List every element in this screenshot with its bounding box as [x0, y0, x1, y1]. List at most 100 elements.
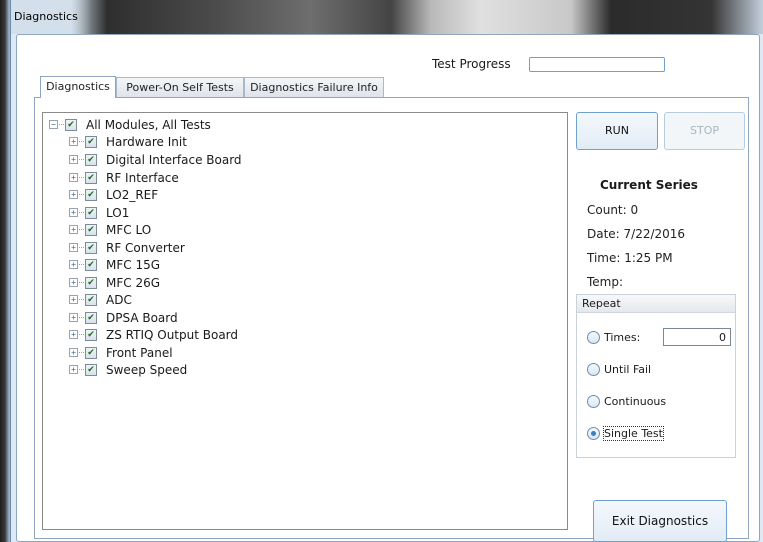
tree-item-mfc-lo[interactable]: + ✔ MFC LO: [69, 221, 151, 238]
test-progress-label: Test Progress: [432, 57, 511, 71]
expand-icon[interactable]: +: [69, 137, 78, 146]
stop-button[interactable]: STOP: [664, 112, 745, 150]
tree-item-sweep-speed[interactable]: + ✔ Sweep Speed: [69, 361, 187, 378]
repeat-group: Repeat Times: 0 Until Fail Continuous Si…: [576, 294, 736, 458]
expand-icon[interactable]: +: [69, 278, 78, 287]
repeat-until-fail-option[interactable]: Until Fail: [587, 361, 651, 377]
tree-item-label: ADC: [106, 292, 132, 307]
checkbox-checked-icon[interactable]: ✔: [85, 311, 97, 324]
tree-connector: [59, 124, 64, 125]
test-tree[interactable]: − ✔ All Modules, All Tests + ✔ Hardware …: [42, 112, 568, 530]
tree-connector: [79, 299, 84, 300]
series-temp: Temp:: [587, 275, 624, 289]
continuous-label: Continuous: [604, 394, 667, 408]
expand-icon[interactable]: +: [69, 295, 78, 304]
expand-icon[interactable]: +: [69, 243, 78, 252]
expand-icon[interactable]: +: [69, 348, 78, 357]
repeat-times-label: Times:: [604, 330, 641, 344]
checkbox-checked-icon[interactable]: ✔: [85, 153, 97, 166]
tree-item-hardware-init[interactable]: + ✔ Hardware Init: [69, 133, 187, 150]
tree-item-label: MFC 15G: [106, 257, 161, 272]
expand-icon[interactable]: +: [69, 155, 78, 164]
tab-power-on-self-tests[interactable]: Power-On Self Tests: [116, 77, 244, 97]
tree-item-label: DPSA Board: [106, 310, 178, 325]
series-time: Time: 1:25 PM: [587, 251, 673, 265]
tree-connector: [79, 247, 84, 248]
tree-root-row[interactable]: − ✔ All Modules, All Tests: [49, 116, 211, 133]
tree-item-front-panel[interactable]: + ✔ Front Panel: [69, 344, 173, 361]
single-test-label: Single Test: [603, 425, 664, 441]
tree-item-lo1[interactable]: + ✔ LO1: [69, 204, 129, 221]
exit-diagnostics-button[interactable]: Exit Diagnostics: [593, 500, 727, 542]
until-fail-label: Until Fail: [604, 362, 652, 376]
checkbox-checked-icon[interactable]: ✔: [85, 346, 97, 359]
checkbox-checked-icon[interactable]: ✔: [85, 258, 97, 271]
checkbox-checked-icon[interactable]: ✔: [85, 206, 97, 219]
diagnostics-tab-panel: − ✔ All Modules, All Tests + ✔ Hardware …: [34, 97, 749, 542]
tree-item-label: Front Panel: [106, 345, 173, 360]
tree-item-label: ZS RTIQ Output Board: [106, 327, 239, 342]
checkbox-checked-icon[interactable]: ✔: [85, 171, 97, 184]
checkbox-checked-icon[interactable]: ✔: [85, 293, 97, 306]
expand-icon[interactable]: +: [69, 313, 78, 322]
tree-item-label: Digital Interface Board: [106, 152, 242, 167]
radio-unchecked-icon[interactable]: [587, 362, 600, 376]
tree-item-label: Sweep Speed: [106, 362, 188, 377]
left-window-frame: [0, 0, 10, 542]
tree-connector: [79, 352, 84, 353]
repeat-times-input[interactable]: 0: [663, 328, 731, 346]
tree-connector: [79, 159, 84, 160]
tree-item-dpsa-board[interactable]: + ✔ DPSA Board: [69, 309, 178, 326]
expand-icon[interactable]: +: [69, 260, 78, 269]
series-date: Date: 7/22/2016: [587, 227, 686, 241]
repeat-times-option[interactable]: Times:: [587, 329, 640, 345]
checkbox-checked-icon[interactable]: ✔: [85, 223, 97, 236]
tree-item-label: MFC 26G: [106, 275, 161, 290]
tree-item-label: RF Interface: [106, 170, 179, 185]
repeat-continuous-option[interactable]: Continuous: [587, 393, 666, 409]
tree-connector: [79, 282, 84, 283]
checkbox-checked-icon[interactable]: ✔: [85, 241, 97, 254]
current-series-title: Current Series: [600, 178, 698, 192]
tree-item-adc[interactable]: + ✔ ADC: [69, 291, 132, 308]
tree-item-label: LO1: [106, 205, 130, 220]
tree-item-digital-interface-board[interactable]: + ✔ Digital Interface Board: [69, 151, 242, 168]
expand-icon[interactable]: +: [69, 173, 78, 182]
repeat-single-test-option[interactable]: Single Test: [587, 425, 664, 441]
tree-connector: [79, 264, 84, 265]
title-bar[interactable]: Diagnostics: [11, 0, 763, 34]
expand-icon[interactable]: +: [69, 208, 78, 217]
checkbox-checked-icon[interactable]: ✔: [85, 276, 97, 289]
tree-item-mfc-26g[interactable]: + ✔ MFC 26G: [69, 274, 160, 291]
checkbox-checked-icon[interactable]: ✔: [85, 188, 97, 201]
tree-connector: [79, 229, 84, 230]
test-progress-bar: [529, 57, 665, 72]
tree-item-rf-converter[interactable]: + ✔ RF Converter: [69, 239, 185, 256]
diagnostics-window: Diagnostics Test Progress Diagnostics Po…: [10, 0, 763, 542]
tree-item-lo2-ref[interactable]: + ✔ LO2_REF: [69, 186, 158, 203]
run-button[interactable]: RUN: [576, 112, 658, 150]
tree-connector: [79, 369, 84, 370]
tree-item-label: Hardware Init: [106, 134, 187, 149]
radio-checked-icon[interactable]: [587, 426, 600, 440]
checkbox-checked-icon[interactable]: ✔: [65, 118, 77, 131]
collapse-icon[interactable]: −: [49, 120, 58, 129]
expand-icon[interactable]: +: [69, 330, 78, 339]
tree-connector: [79, 177, 84, 178]
tab-diagnostics[interactable]: Diagnostics: [40, 76, 116, 98]
tree-item-rf-interface[interactable]: + ✔ RF Interface: [69, 169, 179, 186]
tree-item-zs-rtiq-output-board[interactable]: + ✔ ZS RTIQ Output Board: [69, 326, 238, 343]
repeat-header: Repeat: [577, 295, 735, 313]
checkbox-checked-icon[interactable]: ✔: [85, 135, 97, 148]
radio-unchecked-icon[interactable]: [587, 330, 600, 344]
checkbox-checked-icon[interactable]: ✔: [85, 328, 97, 341]
radio-unchecked-icon[interactable]: [587, 394, 600, 408]
expand-icon[interactable]: +: [69, 225, 78, 234]
expand-icon[interactable]: +: [69, 190, 78, 199]
checkbox-checked-icon[interactable]: ✔: [85, 363, 97, 376]
expand-icon[interactable]: +: [69, 365, 78, 374]
series-count: Count: 0: [587, 203, 639, 217]
tree-item-mfc-15g[interactable]: + ✔ MFC 15G: [69, 256, 160, 273]
tab-diagnostics-failure-info[interactable]: Diagnostics Failure Info: [244, 77, 384, 97]
tree-item-label: MFC LO: [106, 222, 152, 237]
